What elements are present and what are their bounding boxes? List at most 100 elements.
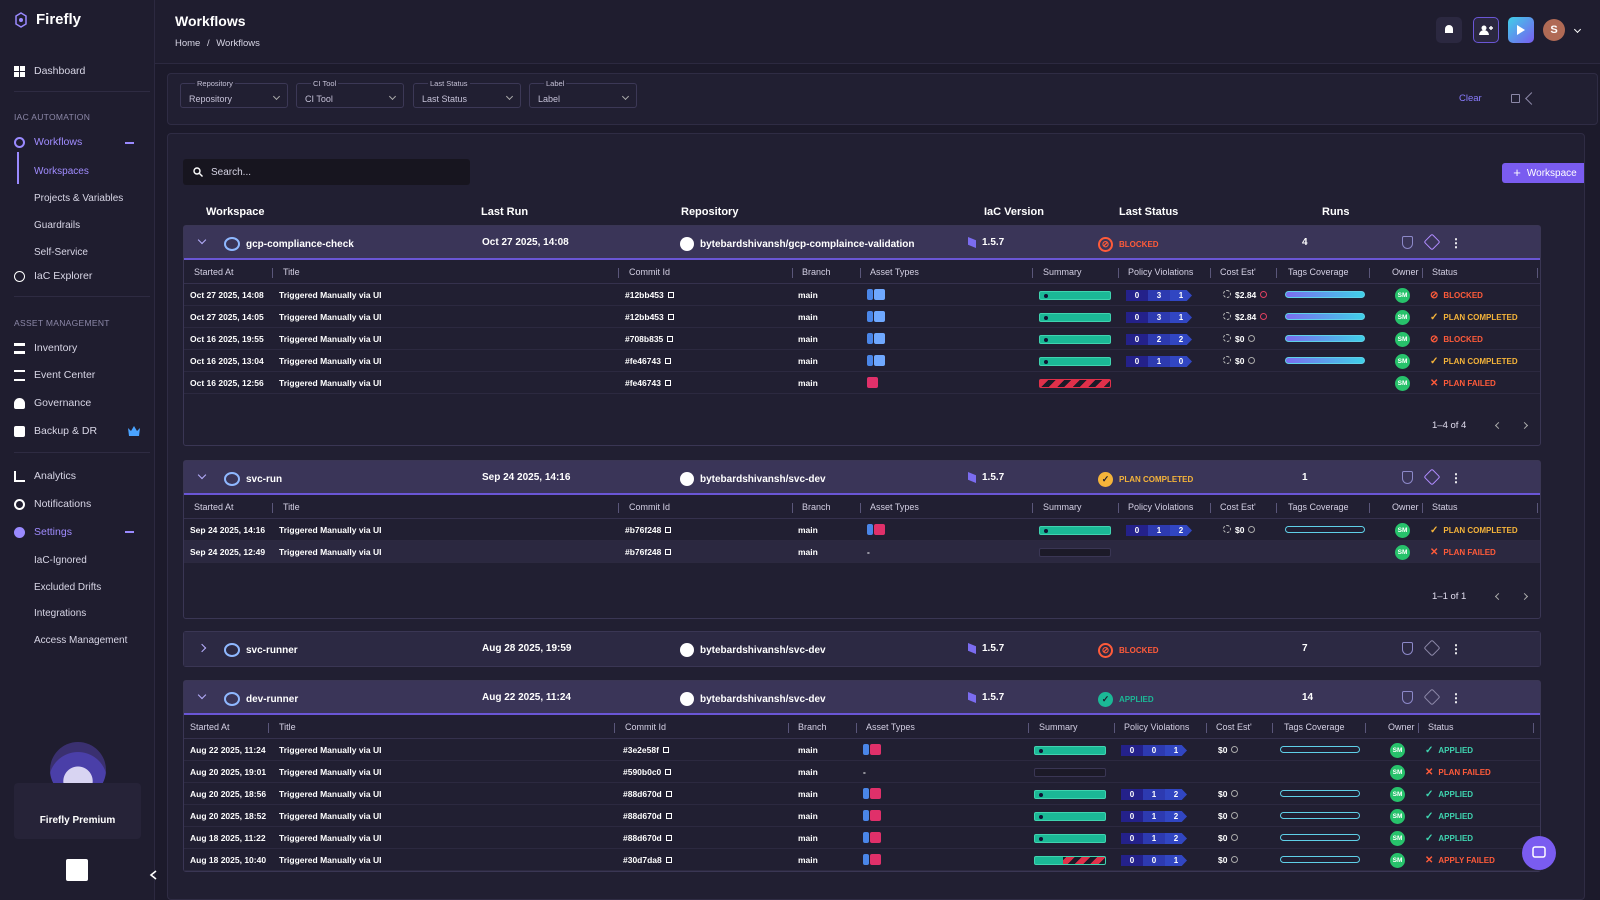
sidebar-item-inventory[interactable]: Inventory — [14, 340, 77, 356]
col-owner[interactable]: Owner — [1388, 722, 1415, 732]
commit-id-link[interactable]: #88d670d — [623, 811, 672, 821]
policy-violations-bar[interactable]: 031 — [1126, 312, 1192, 323]
labels-tag-icon[interactable] — [1423, 639, 1441, 657]
sidebar-item-governance[interactable]: Governance — [14, 395, 91, 411]
labels-tag-icon[interactable] — [1423, 468, 1441, 486]
policy-violations-bar[interactable]: 031 — [1126, 290, 1192, 301]
sidebar-item-event-center[interactable]: Event Center — [14, 367, 95, 383]
summary-bar[interactable] — [1034, 746, 1106, 755]
col-title[interactable]: Title — [283, 502, 300, 512]
prev-page-icon[interactable] — [1494, 592, 1503, 601]
workspace-name-cell[interactable]: dev-runner — [224, 692, 298, 706]
col-cost[interactable]: Cost Est' — [1220, 267, 1256, 277]
col-status[interactable]: Status — [1428, 722, 1454, 732]
owner-avatar[interactable]: SM — [1390, 853, 1405, 868]
col-asset[interactable]: Asset Types — [870, 267, 919, 277]
col-cost[interactable]: Cost Est' — [1220, 502, 1256, 512]
sidebar-sub-self-service[interactable]: Self-Service — [34, 247, 88, 258]
col-asset[interactable]: Asset Types — [866, 722, 915, 732]
repository-cell[interactable]: bytebardshivansh/gcp-complaince-validati… — [680, 237, 915, 251]
sidebar-item-backup-dr[interactable]: Backup & DR — [14, 423, 97, 439]
col-commit[interactable]: Commit Id — [629, 267, 670, 277]
prev-page-icon[interactable] — [1494, 421, 1503, 430]
cost-estimate[interactable]: $0 — [1218, 789, 1239, 799]
owner-avatar[interactable]: SM — [1395, 288, 1410, 303]
more-options-icon[interactable]: ⋮ — [1450, 236, 1462, 250]
run-row[interactable]: Aug 18 2025, 10:40 Triggered Manually via… — [184, 849, 1540, 871]
col-started[interactable]: Started At — [194, 502, 234, 512]
owner-avatar[interactable]: SM — [1395, 332, 1410, 347]
owner-avatar[interactable]: SM — [1390, 809, 1405, 824]
col-policy[interactable]: Policy Violations — [1124, 722, 1189, 732]
col-owner[interactable]: Owner — [1392, 267, 1419, 277]
summary-bar[interactable] — [1039, 291, 1111, 300]
breadcrumb-home[interactable]: Home — [175, 38, 200, 49]
last-status-filter[interactable]: Last Status Last Status — [413, 79, 521, 108]
owner-avatar[interactable]: SM — [1395, 376, 1410, 391]
more-options-icon[interactable]: ⋮ — [1450, 642, 1462, 656]
org-logo[interactable] — [66, 859, 88, 881]
policy-violations-bar[interactable]: 022 — [1126, 334, 1192, 345]
cost-estimate[interactable]: $2.84 — [1223, 312, 1268, 322]
collapse-sidebar-icon[interactable] — [149, 870, 159, 880]
owner-avatar[interactable]: SM — [1390, 831, 1405, 846]
workspace-row[interactable]: dev-runner Aug 22 2025, 11:24 bytebardshiv… — [184, 681, 1540, 715]
label-filter[interactable]: Label Label — [529, 79, 637, 108]
commit-id-link[interactable]: #12bb453 — [625, 290, 674, 300]
col-summary[interactable]: Summary — [1043, 502, 1082, 512]
policy-violations-bar[interactable]: 012 — [1121, 833, 1187, 844]
chevron-down-icon[interactable] — [197, 470, 207, 480]
col-started[interactable]: Started At — [190, 722, 230, 732]
workspace-name-cell[interactable]: svc-runner — [224, 643, 298, 657]
workspace-name-cell[interactable]: gcp-compliance-check — [224, 237, 354, 251]
run-row[interactable]: Aug 20 2025, 18:56 Triggered Manually via… — [184, 783, 1540, 805]
summary-bar[interactable] — [1034, 856, 1106, 865]
run-row[interactable]: Oct 27 2025, 14:08 Triggered Manually via… — [184, 284, 1540, 306]
run-row[interactable]: Aug 20 2025, 19:01 Triggered Manually via… — [184, 761, 1540, 783]
repository-cell[interactable]: bytebardshivansh/svc-dev — [680, 472, 826, 486]
invite-user-button[interactable] — [1473, 17, 1499, 43]
col-tags[interactable]: Tags Coverage — [1288, 502, 1349, 512]
repository-filter[interactable]: Repository Repository — [180, 79, 288, 108]
commit-id-link[interactable]: #3e2e58f — [623, 745, 669, 755]
commit-id-link[interactable]: #88d670d — [623, 789, 672, 799]
col-status[interactable]: Status — [1432, 267, 1458, 277]
col-branch[interactable]: Branch — [798, 722, 827, 732]
workspace-row[interactable]: svc-runner Aug 28 2025, 19:59 bytebardshiv… — [184, 632, 1540, 666]
chat-support-button[interactable] — [1522, 836, 1556, 870]
summary-bar[interactable] — [1034, 768, 1106, 777]
chevron-down-icon[interactable] — [197, 235, 207, 245]
policy-violations-bar[interactable]: 001 — [1121, 855, 1187, 866]
policy-violations-bar[interactable]: 001 — [1121, 745, 1187, 756]
cost-estimate[interactable]: $0 — [1223, 356, 1256, 366]
run-row[interactable]: Oct 16 2025, 13:04 Triggered Manually via… — [184, 350, 1540, 372]
run-row[interactable]: Oct 27 2025, 14:05 Triggered Manually via… — [184, 306, 1540, 328]
col-commit[interactable]: Commit Id — [625, 722, 666, 732]
col-policy[interactable]: Policy Violations — [1128, 267, 1193, 277]
collapse-workflows-icon[interactable] — [125, 142, 134, 144]
add-workspace-button[interactable]: + Workspace — [1502, 163, 1584, 183]
sidebar-sub-iac-ignored[interactable]: IaC-Ignored — [34, 555, 87, 566]
policy-violations-bar[interactable]: 012 — [1121, 789, 1187, 800]
summary-bar[interactable] — [1034, 812, 1106, 821]
guardrail-shield-icon[interactable] — [1402, 642, 1413, 655]
policy-violations-bar[interactable]: 012 — [1126, 525, 1192, 536]
owner-avatar[interactable]: SM — [1395, 545, 1410, 560]
app-logo[interactable]: Firefly — [14, 11, 81, 28]
run-row[interactable]: Aug 18 2025, 11:22 Triggered Manually via… — [184, 827, 1540, 849]
sidebar-item-workflows[interactable]: Workflows — [14, 134, 82, 150]
summary-bar[interactable] — [1039, 548, 1111, 557]
cost-estimate[interactable]: $0 — [1218, 855, 1239, 865]
sidebar-sub-projects-variables[interactable]: Projects & Variables — [34, 193, 123, 204]
workspace-name-cell[interactable]: svc-run — [224, 472, 282, 486]
col-iac-version[interactable]: IaC Version — [984, 206, 1044, 218]
guardrail-shield-icon[interactable] — [1402, 471, 1413, 484]
summary-bar[interactable] — [1039, 335, 1111, 344]
sidebar-sub-guardrails[interactable]: Guardrails — [34, 220, 80, 231]
owner-avatar[interactable]: SM — [1395, 310, 1410, 325]
col-runs[interactable]: Runs — [1322, 206, 1350, 218]
cost-estimate[interactable]: $0 — [1218, 833, 1239, 843]
next-page-icon[interactable] — [1520, 421, 1529, 430]
sidebar-sub-excluded-drifts[interactable]: Excluded Drifts — [34, 582, 101, 593]
save-filter-icon[interactable] — [1511, 94, 1520, 103]
